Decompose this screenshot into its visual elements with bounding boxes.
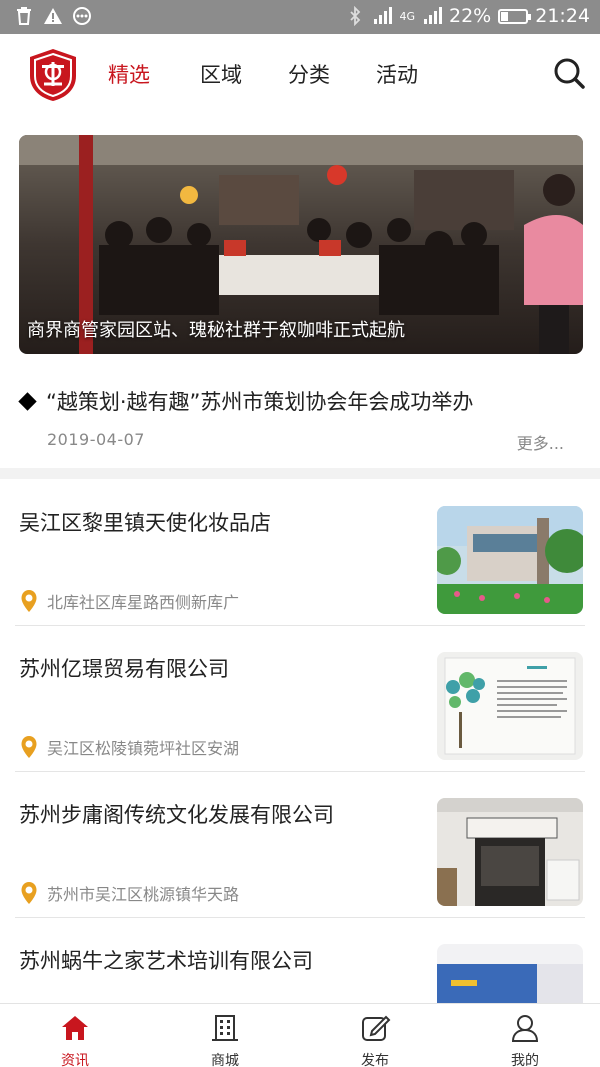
bullet-diamond-icon bbox=[18, 391, 37, 411]
nav-publish[interactable]: 发布 bbox=[315, 1012, 435, 1067]
tab-featured[interactable]: 精选 bbox=[108, 59, 150, 89]
section-divider bbox=[0, 468, 600, 479]
listing-address: 苏州市吴江区桃源镇华天路 bbox=[20, 881, 239, 905]
list-item[interactable]: 吴江区黎里镇天使化妆品店 北库社区库星路西侧新库广 bbox=[0, 480, 600, 626]
news-headline[interactable]: “越策划·越有趣”苏州市策划协会年会成功举办 bbox=[18, 386, 473, 416]
listing-thumbnail bbox=[437, 506, 583, 614]
nav-mine-label: 我的 bbox=[511, 1053, 539, 1067]
user-icon bbox=[511, 1015, 539, 1042]
list-item[interactable]: 苏州亿璟贸易有限公司 吴江区松陵镇菀坪社区安湖 bbox=[0, 626, 600, 772]
nav-mine[interactable]: 我的 bbox=[465, 1012, 585, 1067]
signal-icon-2 bbox=[424, 7, 442, 24]
listing-name: 苏州亿璟贸易有限公司 bbox=[19, 657, 229, 681]
nav-mall-label: 商城 bbox=[211, 1053, 239, 1067]
tab-region[interactable]: 区域 bbox=[200, 59, 242, 89]
listing-thumbnail bbox=[437, 798, 583, 906]
listing-address: 吴江区松陵镇菀坪社区安湖 bbox=[20, 735, 239, 759]
listing-name: 苏州步庸阁传统文化发展有限公司 bbox=[19, 803, 334, 827]
battery-icon bbox=[498, 8, 532, 24]
signal-icon bbox=[374, 7, 393, 24]
status-bar: 4G 22% 21:24 bbox=[0, 0, 600, 34]
nav-mall[interactable]: 商城 bbox=[165, 1012, 285, 1067]
location-pin-icon bbox=[21, 736, 37, 758]
app-logo-icon bbox=[30, 49, 76, 101]
listing-address: 北库社区库星路西侧新库广 bbox=[20, 589, 239, 613]
listing-address-text: 苏州市吴江区桃源镇华天路 bbox=[47, 885, 240, 904]
listing-thumbnail bbox=[437, 652, 583, 760]
banner-caption: 商界商管家园区站、瑰秘社群于叙咖啡正式起航 bbox=[27, 320, 405, 341]
listing-name: 苏州蜗牛之家艺术培训有限公司 bbox=[19, 949, 313, 973]
featured-banner[interactable]: 商界商管家园区站、瑰秘社群于叙咖啡正式起航 bbox=[19, 135, 583, 354]
headline-title: “越策划·越有趣”苏州市策划协会年会成功举办 bbox=[46, 390, 474, 414]
home-icon bbox=[62, 1016, 88, 1040]
nav-news[interactable]: 资讯 bbox=[15, 1012, 135, 1067]
nav-publish-label: 发布 bbox=[361, 1053, 389, 1067]
location-pin-icon bbox=[21, 882, 37, 904]
clock: 21:24 bbox=[535, 5, 590, 27]
building-icon bbox=[212, 1015, 238, 1041]
location-pin-icon bbox=[21, 590, 37, 612]
search-icon[interactable] bbox=[552, 56, 586, 90]
edit-icon bbox=[362, 1015, 391, 1041]
listing-address-text: 北库社区库星路西侧新库广 bbox=[47, 593, 240, 612]
warning-icon bbox=[44, 8, 62, 24]
nav-news-label: 资讯 bbox=[61, 1053, 89, 1067]
top-header: 精选 区域 分类 活动 bbox=[0, 34, 600, 116]
bluetooth-icon bbox=[350, 6, 361, 26]
more-link[interactable]: 更多... bbox=[517, 430, 564, 454]
headline-date: 2019-04-07 bbox=[47, 430, 145, 449]
listing-name: 吴江区黎里镇天使化妆品店 bbox=[19, 511, 271, 535]
list-item[interactable]: 苏州步庸阁传统文化发展有限公司 苏州市吴江区桃源镇华天路 bbox=[0, 772, 600, 918]
trash-icon bbox=[17, 7, 31, 25]
battery-percent: 22% bbox=[449, 5, 492, 27]
more-circle-icon bbox=[73, 7, 91, 25]
network-type: 4G bbox=[399, 9, 415, 23]
listing-address-text: 吴江区松陵镇菀坪社区安湖 bbox=[47, 739, 240, 758]
tab-activity[interactable]: 活动 bbox=[376, 59, 418, 89]
tab-category[interactable]: 分类 bbox=[288, 59, 330, 89]
bottom-nav: 资讯 商城 发布 我的 bbox=[0, 1003, 600, 1067]
